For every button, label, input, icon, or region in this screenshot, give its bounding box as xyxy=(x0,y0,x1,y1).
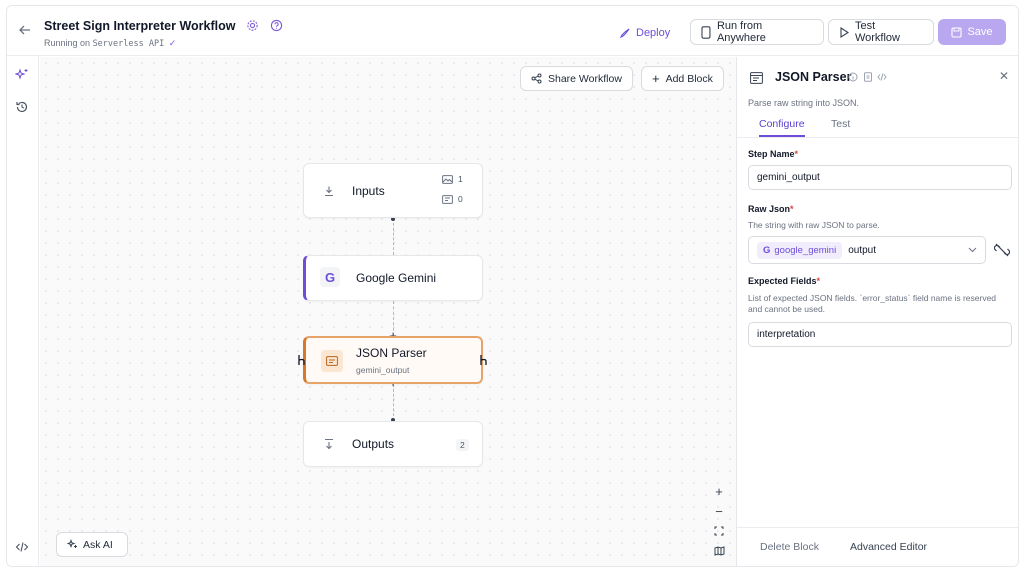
tab-configure[interactable]: Configure xyxy=(759,118,805,137)
expected-fields-help: List of expected JSON fields. `error_sta… xyxy=(748,293,997,314)
json-parser-icon xyxy=(321,350,343,372)
gear-icon[interactable] xyxy=(246,19,260,33)
check-icon: ✓ xyxy=(168,38,177,48)
param-count: 0 xyxy=(442,194,463,204)
zoom-tools: + − xyxy=(708,481,730,561)
run-label: Run from Anywhere xyxy=(716,20,766,44)
sparkles-icon[interactable] xyxy=(14,68,31,84)
required-asterisk: * xyxy=(816,276,821,286)
ask-ai-button[interactable]: Ask AI xyxy=(56,532,128,557)
raw-json-label: Raw Json* xyxy=(748,204,794,214)
runtime-prefix: Running on xyxy=(44,38,91,48)
plus-icon: + xyxy=(652,71,660,86)
save-icon xyxy=(951,26,963,38)
source-chip: G google_gemini xyxy=(757,241,843,259)
page-title: Street Sign Interpreter Workflow xyxy=(44,18,236,33)
expected-fields-label-text: Expected Fields xyxy=(748,276,817,286)
add-block-label: Add Block xyxy=(665,72,713,85)
zoom-out-icon[interactable]: − xyxy=(708,501,730,521)
code-icon[interactable] xyxy=(15,540,31,556)
google-g-icon: G xyxy=(763,244,771,256)
required-asterisk: * xyxy=(790,204,794,214)
raw-json-help: The string with raw JSON to parse. xyxy=(748,220,880,230)
node-inputs-label: Inputs xyxy=(352,184,385,198)
step-name-label: Step Name* xyxy=(748,149,798,159)
runtime-env: Serverless API xyxy=(92,39,165,49)
ask-ai-label: Ask AI xyxy=(83,538,113,551)
block-config-panel: JSON Parser ✕ Parse raw string into JSON… xyxy=(736,57,1018,566)
step-name-input[interactable]: gemini_output xyxy=(748,165,1012,190)
source-chip-label: google_gemini xyxy=(774,244,837,256)
chevron-down-icon xyxy=(968,245,977,255)
node-parser-label: JSON Parser xyxy=(356,346,427,360)
deploy-label: Deploy xyxy=(636,27,671,39)
node-inputs[interactable]: Inputs 1 0 xyxy=(303,163,483,218)
google-g-icon: G xyxy=(320,267,340,287)
docs-icon[interactable] xyxy=(863,72,873,82)
minimap-icon[interactable] xyxy=(708,541,730,561)
info-icon[interactable] xyxy=(848,72,858,82)
node-gemini-label: Google Gemini xyxy=(356,271,437,285)
expected-fields-label: Expected Fields* xyxy=(748,276,820,286)
param-count-value: 0 xyxy=(458,194,463,204)
deploy-button[interactable]: Deploy xyxy=(619,24,670,42)
help-icon[interactable] xyxy=(270,19,284,33)
node-outputs[interactable]: Outputs 2 xyxy=(303,421,483,467)
close-icon[interactable]: ✕ xyxy=(999,69,1009,83)
back-arrow-icon[interactable] xyxy=(17,23,33,39)
raw-json-label-text: Raw Json xyxy=(748,204,791,214)
rocket-icon xyxy=(619,28,630,39)
panel-description: Parse raw string into JSON. xyxy=(748,98,860,108)
header: Street Sign Interpreter Workflow Running… xyxy=(7,6,1018,56)
expected-fields-input[interactable]: interpretation xyxy=(748,322,1012,347)
raw-json-selector[interactable]: G google_gemini output xyxy=(748,236,986,264)
panel-footer: Delete Block Advanced Editor xyxy=(737,527,1018,566)
share-workflow-button[interactable]: Share Workflow xyxy=(520,66,633,91)
title-wrap: Street Sign Interpreter Workflow xyxy=(44,17,284,35)
right-branch-handle-icon[interactable] xyxy=(479,354,489,366)
delete-block-button[interactable]: Delete Block xyxy=(760,541,819,553)
json-parser-icon xyxy=(750,71,763,84)
phone-icon xyxy=(701,25,711,39)
test-label: Test Workflow xyxy=(854,20,900,44)
advanced-editor-button[interactable]: Advanced Editor xyxy=(850,541,927,553)
param-icon xyxy=(442,194,453,204)
node-outputs-label: Outputs xyxy=(352,437,395,451)
test-workflow-button[interactable]: Test Workflow xyxy=(828,19,934,45)
download-icon xyxy=(319,181,339,201)
share-icon xyxy=(531,73,542,84)
app-window: Street Sign Interpreter Workflow Running… xyxy=(6,5,1019,567)
step-name-label-text: Step Name xyxy=(748,149,795,159)
zoom-in-icon[interactable]: + xyxy=(708,481,730,501)
save-button[interactable]: Save xyxy=(938,19,1006,45)
run-from-anywhere-button[interactable]: Run from Anywhere xyxy=(690,19,824,45)
save-label: Save xyxy=(967,26,993,38)
workflow-canvas[interactable]: Share Workflow + Add Block + + Inputs 1 xyxy=(40,57,736,566)
add-block-button[interactable]: + Add Block xyxy=(641,66,724,91)
play-icon xyxy=(840,26,849,38)
tab-divider xyxy=(737,137,1018,138)
unlink-icon[interactable] xyxy=(993,243,1011,257)
fit-view-icon[interactable] xyxy=(708,521,730,541)
image-count: 1 xyxy=(442,174,463,184)
connector-inputs-gemini xyxy=(393,218,394,255)
panel-title: JSON Parser xyxy=(775,70,852,84)
left-branch-handle-icon[interactable] xyxy=(297,354,307,366)
image-icon xyxy=(442,174,453,184)
upload-icon xyxy=(319,434,339,454)
history-icon[interactable] xyxy=(15,100,31,116)
required-asterisk: * xyxy=(794,149,799,159)
source-field: output xyxy=(848,244,876,256)
runtime-status: Running on Serverless API ✓ xyxy=(44,38,176,49)
share-label: Share Workflow xyxy=(548,72,622,85)
node-google-gemini[interactable]: G Google Gemini xyxy=(303,255,483,301)
outputs-count: 2 xyxy=(456,439,469,451)
node-json-parser[interactable]: JSON Parser gemini_output xyxy=(303,336,483,384)
image-count-value: 1 xyxy=(458,174,463,184)
left-rail xyxy=(7,56,39,566)
code-icon[interactable] xyxy=(877,72,887,82)
tab-test[interactable]: Test xyxy=(831,118,850,135)
sparkles-icon xyxy=(67,539,77,548)
node-parser-sub: gemini_output xyxy=(356,365,410,375)
